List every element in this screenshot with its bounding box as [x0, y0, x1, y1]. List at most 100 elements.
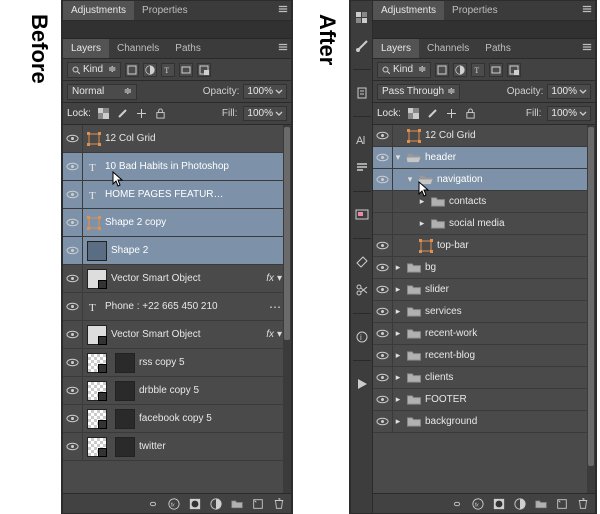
layer-row[interactable]: 12 Col Grid — [373, 125, 587, 147]
panel-flyout-icon[interactable] — [275, 42, 291, 55]
layer-row[interactable]: ▸recent-work — [373, 323, 587, 345]
visibility-toggle[interactable] — [373, 257, 393, 278]
panel-flyout-icon[interactable] — [275, 4, 291, 17]
visibility-toggle[interactable] — [373, 279, 393, 300]
new-layer-icon[interactable] — [251, 497, 264, 510]
disclosure-icon[interactable]: ▸ — [393, 372, 403, 383]
lock-paint-icon[interactable] — [426, 107, 439, 120]
layer-row[interactable]: 10 Bad Habits in Photoshop — [63, 153, 283, 181]
layer-row[interactable]: Shape 2 — [63, 237, 283, 265]
filter-adjust-icon[interactable] — [453, 63, 467, 77]
lock-trans-icon[interactable] — [407, 107, 420, 120]
visibility-toggle[interactable] — [373, 191, 393, 212]
filter-type-icon[interactable] — [161, 63, 175, 77]
tab-layers[interactable]: Layers — [63, 39, 109, 58]
layer-row[interactable]: ▸bg — [373, 257, 587, 279]
visibility-toggle[interactable] — [373, 345, 393, 366]
fill-value[interactable]: 100% — [243, 106, 287, 121]
layer-row[interactable]: top-bar — [373, 235, 587, 257]
link-icon[interactable] — [146, 497, 159, 510]
layer-row[interactable]: Vector Smart Objectfx▾ — [63, 321, 283, 349]
disclosure-icon[interactable]: ▸ — [393, 416, 403, 427]
disclosure-icon[interactable]: ▾ — [405, 174, 415, 185]
layer-row[interactable]: ▸services — [373, 301, 587, 323]
new-layer-icon[interactable] — [555, 497, 568, 510]
visibility-toggle[interactable] — [373, 367, 393, 388]
swatches-icon[interactable] — [355, 11, 369, 25]
trash-icon[interactable] — [272, 497, 285, 510]
layer-row[interactable]: ▸recent-blog — [373, 345, 587, 367]
visibility-toggle[interactable] — [373, 147, 393, 168]
tab-layers[interactable]: Layers — [373, 39, 419, 58]
new-group-icon[interactable] — [534, 497, 547, 510]
visibility-toggle[interactable] — [63, 377, 83, 404]
disclosure-icon[interactable]: ▸ — [393, 328, 403, 339]
fill-value[interactable]: 100% — [547, 106, 591, 121]
character-icon[interactable]: A — [355, 133, 369, 147]
opacity-value[interactable]: 100% — [243, 84, 287, 99]
mask-icon[interactable] — [492, 497, 505, 510]
disclosure-icon[interactable]: ▸ — [417, 218, 427, 229]
tab-properties[interactable]: Properties — [134, 1, 196, 20]
disclosure-icon[interactable]: ▸ — [393, 262, 403, 273]
lock-position-icon[interactable] — [445, 107, 458, 120]
disclosure-icon[interactable]: ▸ — [393, 284, 403, 295]
layer-row[interactable]: ▸FOOTER — [373, 389, 587, 411]
fx-icon[interactable] — [471, 497, 484, 510]
adjustment-icon[interactable] — [513, 497, 526, 510]
visibility-toggle[interactable] — [63, 321, 83, 348]
visibility-toggle[interactable] — [63, 349, 83, 376]
layer-row[interactable]: ▾navigation — [373, 169, 587, 191]
layer-row[interactable]: ▸clients — [373, 367, 587, 389]
visibility-toggle[interactable] — [373, 169, 393, 190]
scissors-icon[interactable] — [355, 283, 369, 297]
link-icon[interactable] — [450, 497, 463, 510]
info-icon[interactable]: i — [355, 330, 369, 344]
trash-icon[interactable] — [576, 497, 589, 510]
layer-row[interactable]: facebook copy 5 — [63, 405, 283, 433]
disclosure-icon[interactable]: ▸ — [393, 306, 403, 317]
tab-channels[interactable]: Channels — [109, 39, 167, 58]
filter-smart-icon[interactable] — [197, 63, 211, 77]
filter-shape-icon[interactable] — [179, 63, 193, 77]
visibility-toggle[interactable] — [63, 237, 83, 264]
visibility-toggle[interactable] — [373, 235, 393, 256]
filter-shape-icon[interactable] — [489, 63, 503, 77]
fx-badge[interactable]: fx — [259, 273, 277, 284]
lock-paint-icon[interactable] — [116, 107, 129, 120]
layer-row[interactable]: ▸social media — [373, 213, 587, 235]
tab-adjustments[interactable]: Adjustments — [373, 1, 444, 20]
layer-row[interactable]: HOME PAGES FEATUR… — [63, 181, 283, 209]
layer-row[interactable]: Shape 2 copy — [63, 209, 283, 237]
tab-channels[interactable]: Channels — [419, 39, 477, 58]
panel-flyout-icon[interactable] — [579, 4, 595, 17]
layer-row[interactable]: Vector Smart Objectfx▾ — [63, 265, 283, 293]
new-group-icon[interactable] — [230, 497, 243, 510]
navigator-icon[interactable] — [355, 208, 369, 222]
layer-row[interactable]: rss copy 5 — [63, 349, 283, 377]
layer-row[interactable]: 12 Col Grid — [63, 125, 283, 153]
overflow-icon[interactable]: ⋯ — [269, 300, 283, 314]
filter-kind-select[interactable]: Kind≑ — [67, 62, 121, 78]
disclosure-icon[interactable]: ▸ — [393, 350, 403, 361]
lock-trans-icon[interactable] — [97, 107, 110, 120]
ruler-icon[interactable] — [355, 255, 369, 269]
visibility-toggle[interactable] — [63, 153, 83, 180]
visibility-toggle[interactable] — [63, 265, 83, 292]
fx-badge[interactable]: fx — [259, 329, 277, 340]
lock-all-icon[interactable] — [154, 107, 167, 120]
blend-mode-select[interactable]: Normal≑ — [67, 84, 137, 100]
scrollbar[interactable] — [283, 125, 291, 493]
lock-position-icon[interactable] — [135, 107, 148, 120]
filter-smart-icon[interactable] — [507, 63, 521, 77]
lock-all-icon[interactable] — [464, 107, 477, 120]
filter-pixel-icon[interactable] — [125, 63, 139, 77]
adjustment-icon[interactable] — [209, 497, 222, 510]
tab-adjustments[interactable]: Adjustments — [63, 1, 134, 20]
visibility-toggle[interactable] — [63, 209, 83, 236]
history-icon[interactable] — [355, 86, 369, 100]
layer-row[interactable]: ▸slider — [373, 279, 587, 301]
visibility-toggle[interactable] — [373, 125, 393, 146]
layer-row[interactable]: ▸background — [373, 411, 587, 433]
filter-kind-select[interactable]: Kind≑ — [377, 62, 431, 78]
